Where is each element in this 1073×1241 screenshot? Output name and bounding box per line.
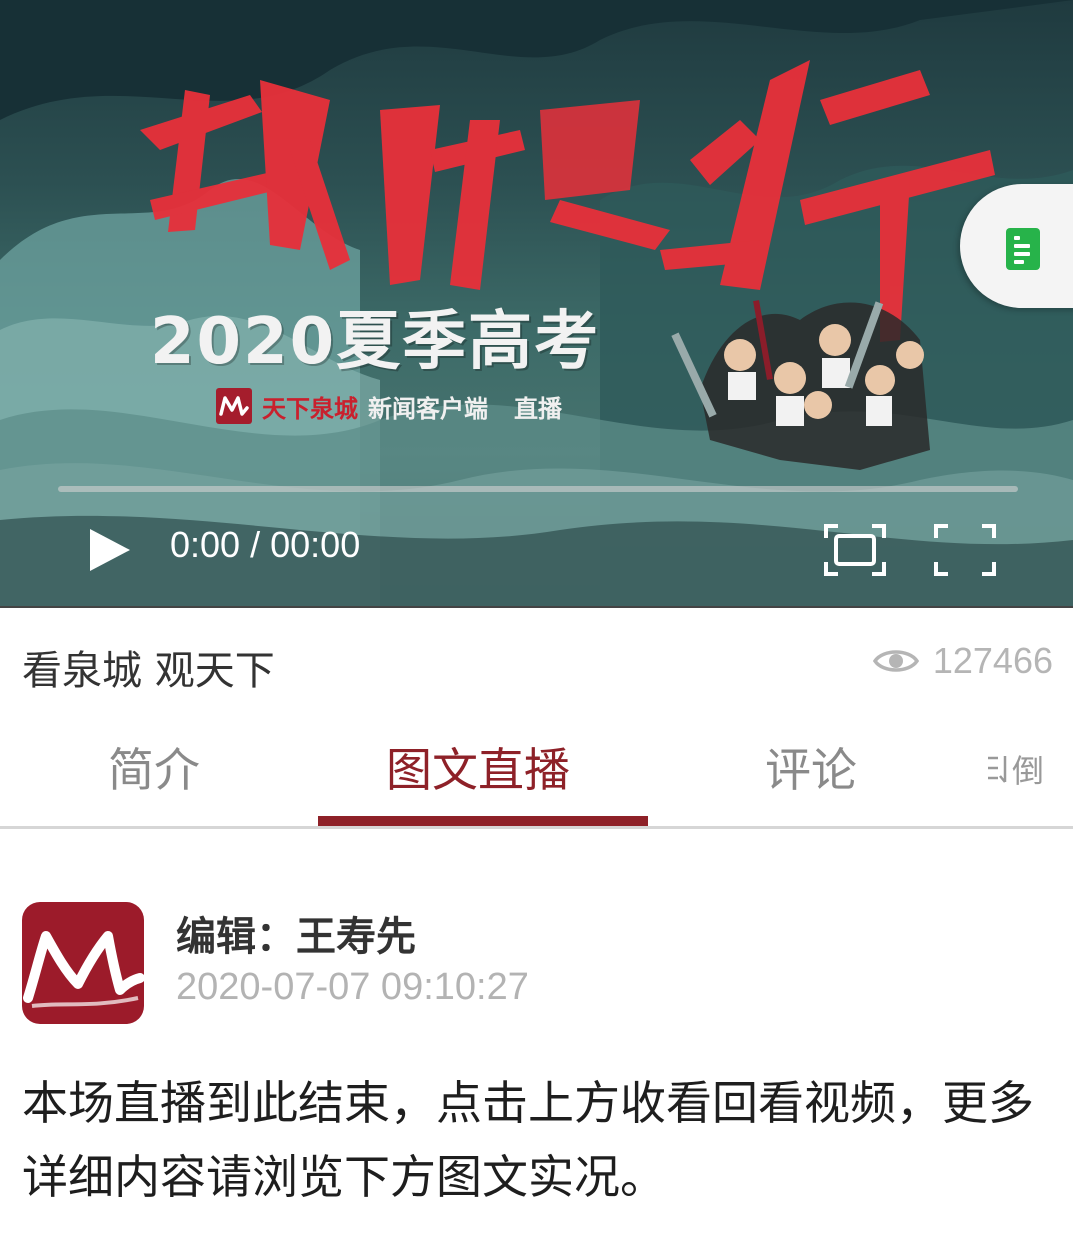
pip-icon[interactable]: [822, 522, 888, 578]
tab-comments[interactable]: 评论: [765, 734, 857, 800]
active-tab-indicator: [318, 816, 648, 826]
duration: 00:00: [270, 524, 361, 565]
view-count-value: 127466: [932, 640, 1053, 681]
post-timestamp: 2020-07-07 09:10:27: [176, 966, 529, 1008]
view-count: 127466: [872, 640, 1053, 682]
page-title: 看泉城 观天下: [22, 648, 275, 694]
play-icon[interactable]: [88, 527, 132, 573]
document-icon: [1006, 228, 1040, 270]
brand-live: 直播: [514, 394, 562, 423]
avatar: [22, 902, 144, 1024]
post-content: 本场直播到此结束，点击上方收看回看视频，更多详细内容请浏览下方图文实况。: [22, 1076, 1034, 1204]
brand-logo-icon: [216, 388, 252, 424]
floating-doc-button[interactable]: [960, 184, 1073, 308]
sort-icon: [988, 756, 1007, 783]
current-time: 0:00: [170, 524, 241, 565]
video-time: 0:00 / 00:00: [170, 524, 360, 566]
sort-button[interactable]: 倒: [986, 746, 1044, 792]
title-row: 看泉城 观天下 127466: [0, 606, 1073, 712]
fullscreen-icon[interactable]: [932, 522, 998, 578]
brand-name: 天下泉城: [262, 393, 358, 423]
tab-intro[interactable]: 简介: [108, 734, 200, 800]
video-progress-bar[interactable]: [58, 486, 1018, 492]
tab-bar: 简介 图文直播 评论 倒: [0, 712, 1073, 829]
brand-client: 新闻客户端: [368, 394, 488, 423]
brand-logo-icon: [23, 931, 144, 1008]
time-separator: /: [250, 524, 261, 565]
poster-brand: 天下泉城 新闻客户端 直播: [216, 388, 562, 424]
sort-label: 倒: [1012, 752, 1045, 790]
video-player[interactable]: 2020夏季高考 天下泉城 新闻客户端 直播 0:00 / 00:00: [0, 0, 1073, 606]
eye-icon: [872, 650, 919, 672]
poster-headline: 2020夏季高考: [150, 305, 601, 379]
tab-live-text[interactable]: 图文直播: [386, 734, 570, 800]
post-editor: 编辑：王寿先: [176, 914, 416, 960]
